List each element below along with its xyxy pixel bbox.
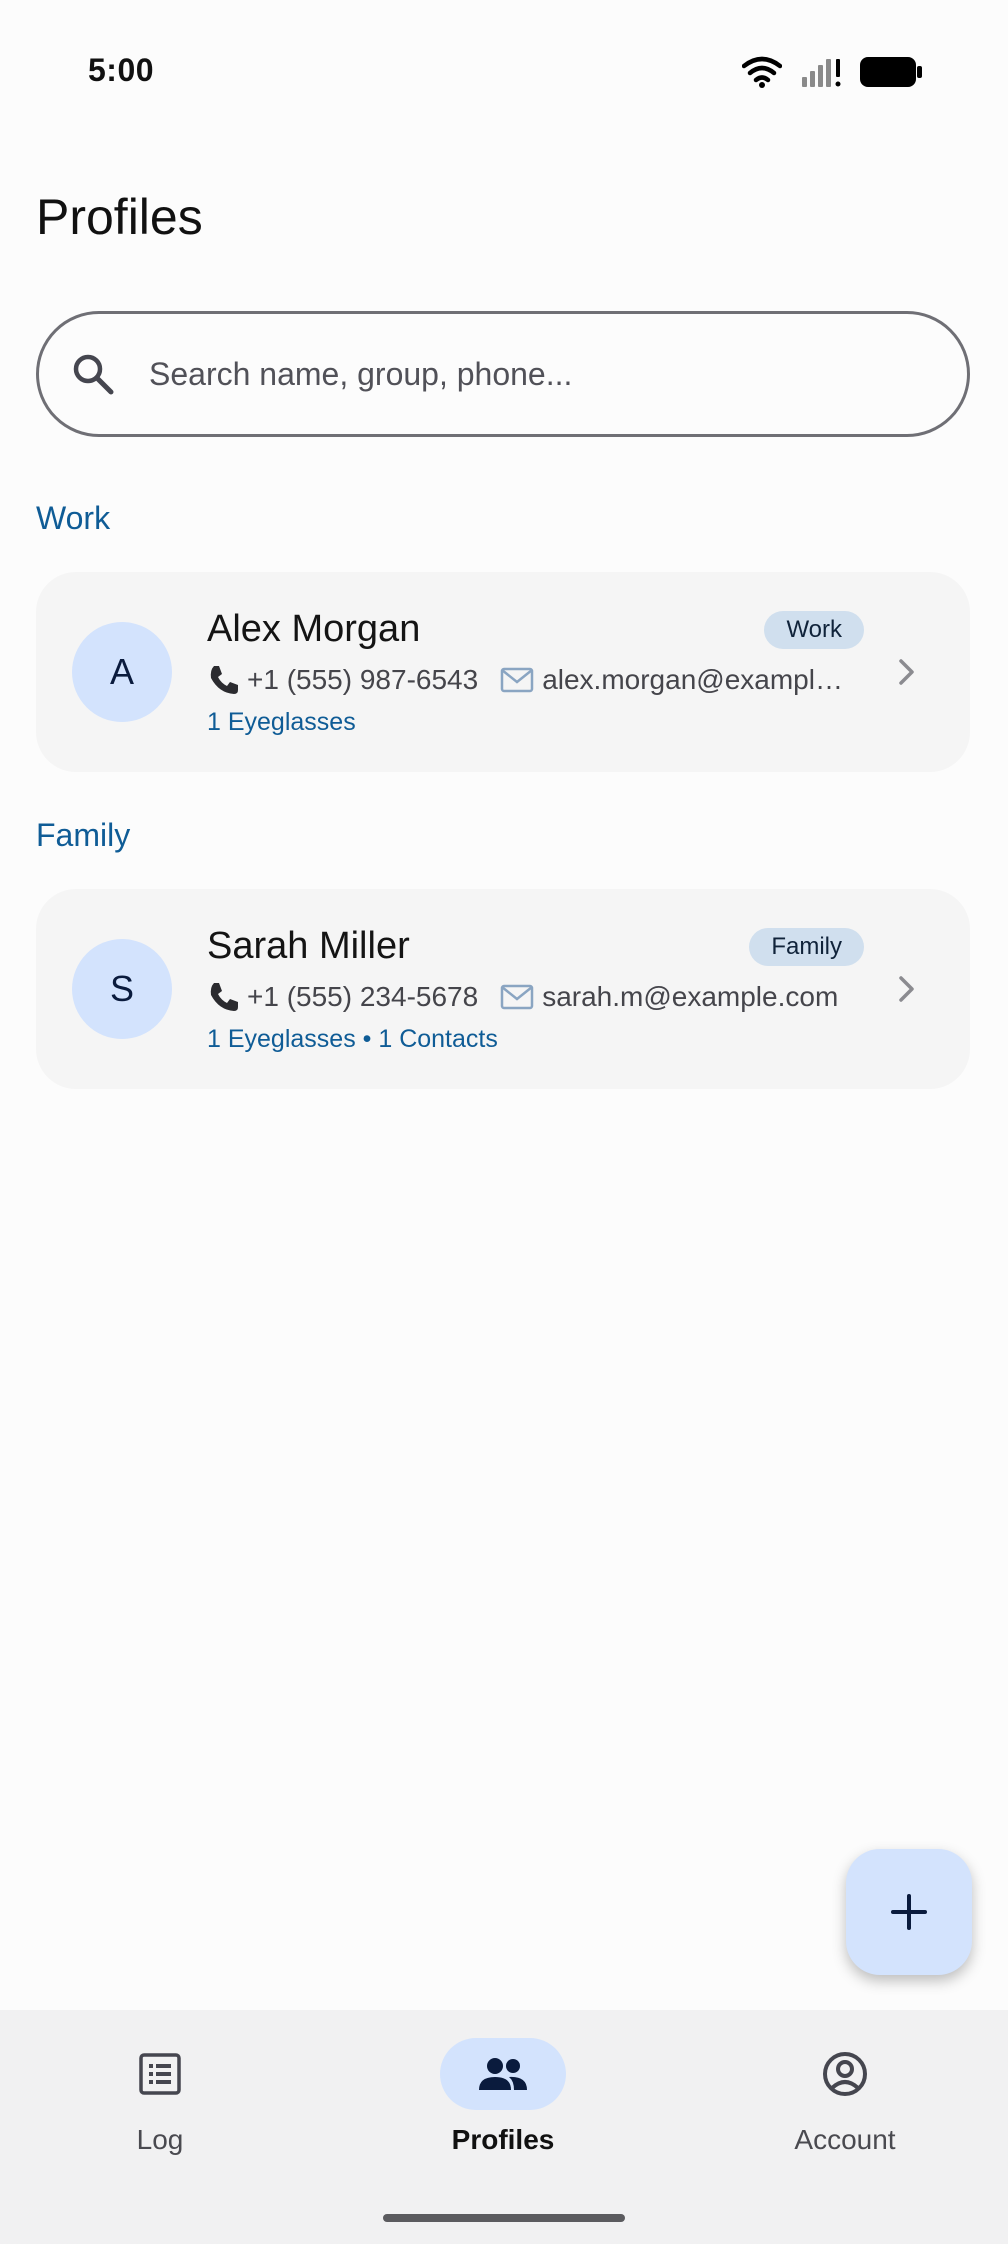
nav-pill bbox=[782, 2038, 908, 2110]
mail-icon bbox=[500, 984, 534, 1010]
list-icon bbox=[139, 2053, 181, 2095]
add-profile-button[interactable] bbox=[846, 1849, 972, 1975]
email-address: sarah.m@example.com bbox=[542, 981, 839, 1012]
home-indicator[interactable] bbox=[383, 2214, 625, 2222]
chevron-right-icon bbox=[899, 659, 914, 685]
page-title: Profiles bbox=[36, 189, 203, 245]
avatar: A bbox=[72, 622, 172, 722]
phone-number: +1 (555) 987-6543 bbox=[247, 664, 479, 695]
item-summary: 1 Eyeglasses • 1 Contacts bbox=[207, 1025, 498, 1053]
wifi-icon bbox=[742, 56, 782, 88]
item-summary: 1 Eyeglasses bbox=[207, 708, 356, 736]
people-icon bbox=[479, 2058, 527, 2090]
nav-pill bbox=[97, 2038, 223, 2110]
signal-icon bbox=[802, 59, 841, 87]
profile-name: Alex Morgan bbox=[207, 608, 421, 650]
nav-item-account[interactable]: Account bbox=[745, 2038, 945, 2178]
battery-icon bbox=[860, 57, 922, 87]
status-bar: 5:00 bbox=[0, 0, 1008, 140]
phone-number: +1 (555) 234-5678 bbox=[247, 981, 479, 1012]
profile-name: Sarah Miller bbox=[207, 925, 410, 967]
search-input[interactable] bbox=[147, 354, 931, 394]
group-badge: Work bbox=[764, 611, 864, 649]
status-icons bbox=[742, 56, 922, 88]
nav-label-account: Account bbox=[794, 2124, 896, 2155]
account-circle-icon bbox=[823, 2052, 867, 2096]
nav-item-profiles[interactable]: Profiles bbox=[403, 2038, 603, 2178]
search-icon bbox=[73, 354, 114, 395]
bottom-navigation: Log Profiles Account bbox=[0, 2010, 1008, 2244]
profile-card[interactable]: S Sarah Miller Family +1 (555) 234-5678 … bbox=[36, 889, 970, 1089]
contact-row: +1 (555) 987-6543 alex.morgan@example.co… bbox=[207, 660, 857, 700]
nav-pill-active bbox=[440, 2038, 566, 2110]
search-bar[interactable] bbox=[36, 311, 970, 437]
avatar: S bbox=[72, 939, 172, 1039]
status-time: 5:00 bbox=[88, 52, 155, 88]
nav-item-log[interactable]: Log bbox=[60, 2038, 260, 2178]
mail-icon bbox=[500, 667, 534, 693]
group-title-work: Work bbox=[36, 500, 111, 536]
group-badge: Family bbox=[749, 928, 864, 966]
add-icon bbox=[891, 1894, 927, 1930]
group-title-family: Family bbox=[36, 817, 131, 853]
email-address: alex.morgan@example.com bbox=[542, 664, 857, 695]
chevron-right-icon bbox=[899, 976, 914, 1002]
profile-card[interactable]: A Alex Morgan Work +1 (555) 987-6543 ale… bbox=[36, 572, 970, 772]
phone-icon bbox=[210, 983, 238, 1011]
contact-row: +1 (555) 234-5678 sarah.m@example.com bbox=[207, 977, 857, 1017]
nav-label-profiles: Profiles bbox=[451, 2124, 555, 2155]
nav-label-log: Log bbox=[136, 2124, 184, 2155]
phone-icon bbox=[210, 666, 238, 694]
